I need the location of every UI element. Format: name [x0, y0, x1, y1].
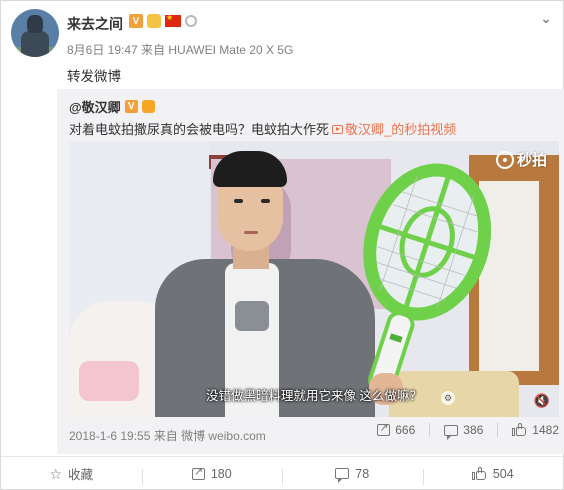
- video-subtitle: 没错做黑暗料理就用它来像 这么做嘛？: [206, 389, 422, 403]
- weibo-post-card: 来去之间 V ⌄ 8月6日 19:47 来自 HUAWEI Mate 20 X …: [0, 0, 564, 490]
- favorite-label: 收藏: [68, 468, 94, 482]
- forward-button[interactable]: 180: [141, 465, 283, 485]
- post-text: 转发微博: [67, 69, 121, 84]
- person-eye: [261, 199, 270, 203]
- forward-count: 666: [395, 423, 416, 437]
- like-icon: [471, 466, 487, 481]
- favorite-button[interactable]: ☆ 收藏: [1, 464, 142, 483]
- like-icon: [512, 423, 527, 437]
- china-flag-icon: [165, 13, 181, 27]
- video-link-icon: [332, 125, 344, 135]
- comment-count: 78: [355, 466, 370, 481]
- original-author-name[interactable]: @敬汉卿: [69, 97, 121, 116]
- forward-icon: [191, 465, 205, 480]
- original-author[interactable]: @敬汉卿 V: [69, 97, 155, 116]
- person-mouth: [244, 231, 258, 234]
- original-like-button[interactable]: 1482: [512, 423, 559, 437]
- person-eye: [234, 199, 243, 203]
- original-forward-button[interactable]: 666: [377, 421, 416, 437]
- chevron-down-icon[interactable]: ⌄: [537, 9, 555, 27]
- post-meta: 8月6日 19:47 来自 HUAWEI Mate 20 X 5G: [67, 43, 294, 57]
- mute-icon[interactable]: 🔇: [533, 393, 551, 409]
- crown-icon: [141, 100, 155, 113]
- original-text: 对着电蚊拍撒尿真的会被电吗？电蚊拍大作死 敬汉卿_的秒拍视频: [69, 119, 456, 138]
- reposted-weibo: @敬汉卿 V 对着电蚊拍撒尿真的会被电吗？电蚊拍大作死 敬汉卿_的秒拍视频 秒拍…: [57, 89, 564, 454]
- video-watermark: 秒拍: [495, 149, 547, 170]
- watermark-text: 秒拍: [516, 152, 547, 169]
- miaopai-logo-icon: [495, 150, 514, 169]
- comment-icon: [335, 468, 350, 483]
- like-count: 1482: [532, 423, 559, 437]
- divider: [429, 423, 431, 437]
- original-body: 对着电蚊拍撒尿真的会被电吗？电蚊拍大作死: [69, 122, 330, 137]
- video-settings-icon[interactable]: ⚙: [441, 391, 455, 405]
- like-count: 504: [492, 466, 514, 481]
- medal-icon: [185, 15, 197, 27]
- mosquito-racket: [363, 163, 492, 394]
- verified-icon: V: [124, 100, 138, 113]
- verified-icon: V: [129, 14, 143, 28]
- video-player[interactable]: 秒拍 没错做黑暗料理就用它来像 这么做嘛？ ⚙ 🔇: [69, 141, 559, 417]
- bottom-action-bar: ☆ 收藏 180 78 504: [1, 456, 563, 490]
- avatar[interactable]: [11, 9, 59, 57]
- person-shirt-print: [235, 301, 269, 331]
- crown-icon: [147, 14, 161, 28]
- star-icon: ☆: [49, 465, 63, 482]
- original-comment-button[interactable]: 386: [444, 423, 484, 440]
- comment-button[interactable]: 78: [282, 466, 423, 485]
- forward-icon: [377, 421, 391, 436]
- comment-icon: [444, 424, 459, 440]
- author-name[interactable]: 来去之间: [67, 14, 123, 34]
- video-link[interactable]: 敬汉卿_的秒拍视频: [345, 122, 456, 137]
- original-actions: 666 386 1482: [377, 421, 559, 440]
- like-button[interactable]: 504: [422, 466, 564, 485]
- comment-count: 386: [463, 423, 484, 437]
- author-badges: V: [129, 13, 197, 28]
- forward-count: 180: [210, 466, 232, 481]
- original-meta: 2018-1-6 19:55 来自 微博 weibo.com: [69, 429, 266, 443]
- divider: [497, 423, 499, 437]
